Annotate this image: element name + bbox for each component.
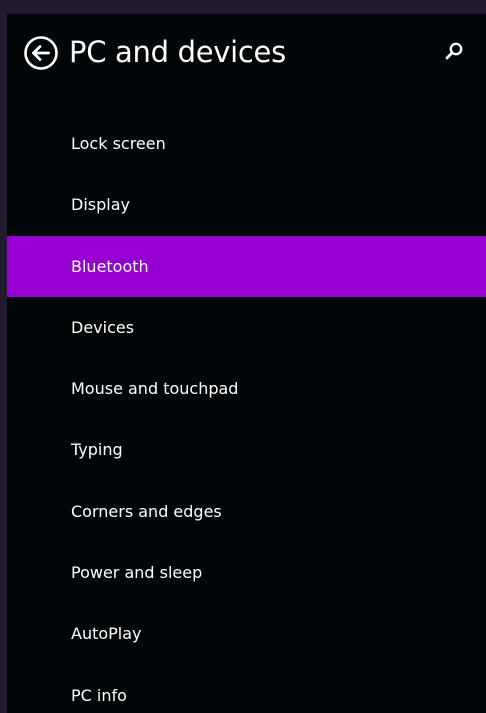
nav-item-label: AutoPlay — [71, 624, 142, 644]
header: PC and devices — [7, 14, 486, 94]
window-frame: PC and devices Lock screen Display Bluet… — [0, 0, 486, 713]
nav-item-display[interactable]: Display — [7, 174, 486, 235]
nav-item-lock-screen[interactable]: Lock screen — [7, 113, 486, 174]
nav-item-bluetooth[interactable]: Bluetooth — [7, 235, 486, 297]
nav-item-autoplay[interactable]: AutoPlay — [7, 603, 486, 664]
nav-item-label: PC info — [71, 685, 127, 705]
nav-item-label: Bluetooth — [71, 256, 149, 276]
nav-item-devices[interactable]: Devices — [7, 297, 486, 358]
nav-item-power-and-sleep[interactable]: Power and sleep — [7, 542, 486, 603]
nav-item-label: Corners and edges — [71, 501, 222, 521]
nav-item-label: Mouse and touchpad — [71, 379, 239, 399]
nav-item-label: Power and sleep — [71, 563, 203, 583]
nav-item-pc-info[interactable]: PC info — [7, 665, 486, 713]
nav-item-label: Lock screen — [71, 134, 166, 153]
nav-item-label: Devices — [71, 317, 135, 337]
back-arrow-circle-icon — [23, 35, 59, 71]
settings-panel: PC and devices Lock screen Display Bluet… — [7, 14, 486, 713]
nav-item-typing[interactable]: Typing — [7, 419, 486, 480]
nav-item-mouse-and-touchpad[interactable]: Mouse and touchpad — [7, 358, 486, 419]
back-button[interactable] — [23, 35, 59, 71]
nav-item-label: Typing — [71, 440, 123, 460]
nav-item-label: Display — [71, 195, 130, 215]
settings-nav-list: Lock screen Display Bluetooth Devices Mo… — [7, 113, 486, 713]
search-button[interactable] — [441, 39, 467, 65]
nav-item-corners-and-edges[interactable]: Corners and edges — [7, 481, 486, 542]
search-icon — [441, 39, 467, 65]
page-title: PC and devices — [69, 35, 286, 69]
